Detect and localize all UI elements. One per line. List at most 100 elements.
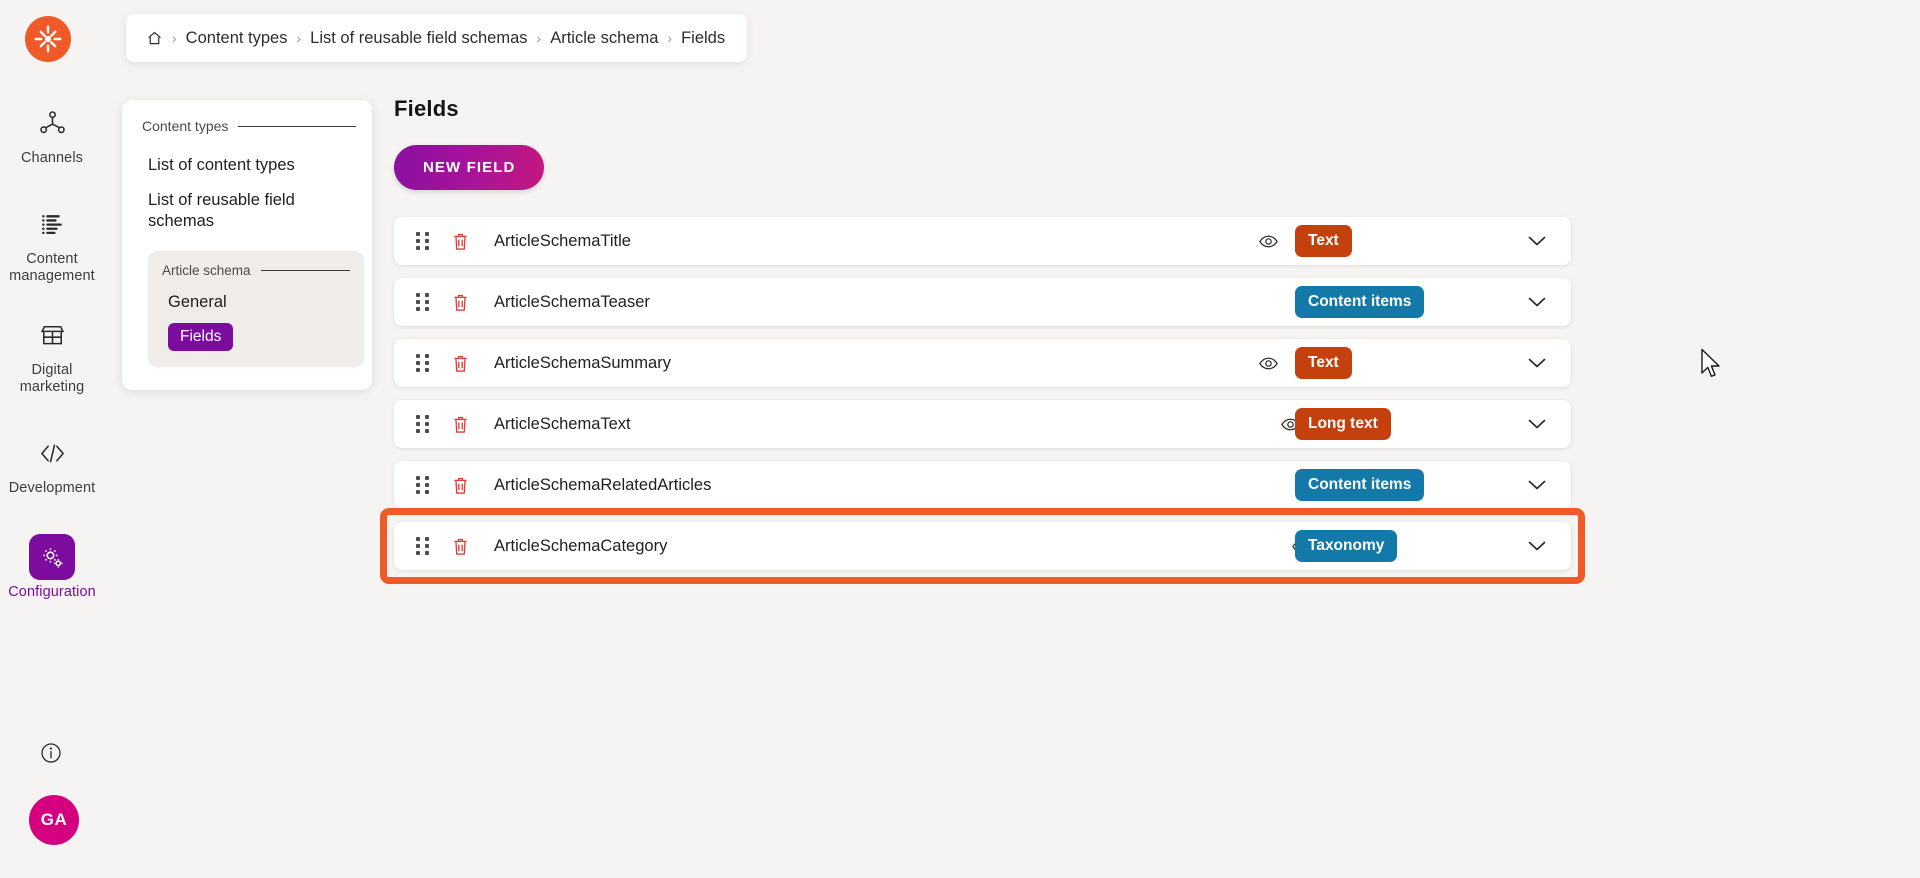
- subnav-panel: Content types List of content types List…: [122, 100, 372, 390]
- subnav-item-list-of-content-types[interactable]: List of content types: [122, 148, 372, 183]
- content-management-icon: [29, 201, 75, 247]
- label-line-2: marketing: [19, 379, 85, 395]
- field-type-slot: Text: [1295, 225, 1503, 257]
- sidebar-item-channels[interactable]: Channels: [0, 100, 104, 167]
- field-type-badge[interactable]: Taxonomy: [1295, 530, 1398, 562]
- eye-icon[interactable]: [1258, 234, 1278, 249]
- row-controls: Text: [1241, 347, 1571, 379]
- subnav-subsection-header: Article schema: [148, 263, 364, 278]
- field-type-slot: Long text: [1295, 408, 1503, 440]
- field-type-slot: Content items: [1295, 469, 1503, 501]
- development-icon: [29, 430, 75, 476]
- drag-handle-icon[interactable]: [416, 537, 430, 555]
- trash-icon[interactable]: [452, 354, 469, 373]
- field-name: ArticleSchemaRelatedArticles: [494, 475, 712, 494]
- row-controls: Long text: [1263, 408, 1571, 440]
- home-icon[interactable]: [146, 30, 163, 47]
- drag-handle-icon[interactable]: [416, 232, 430, 250]
- info-icon[interactable]: [40, 742, 62, 764]
- sidebar-item-development[interactable]: Development: [0, 430, 104, 497]
- table-row[interactable]: ArticleSchemaText Long text: [394, 400, 1571, 448]
- subnav-section-title: Content types: [142, 118, 229, 134]
- trash-icon[interactable]: [452, 415, 469, 434]
- subnav-section-header: Content types: [122, 118, 372, 134]
- field-name: ArticleSchemaText: [494, 414, 631, 433]
- breadcrumb: › Content types › List of reusable field…: [126, 14, 748, 62]
- trash-icon[interactable]: [452, 232, 469, 251]
- subnav-item-general[interactable]: General: [148, 288, 364, 317]
- subnav-subsection-divider: [260, 270, 350, 271]
- breadcrumb-item-article-schema[interactable]: Article schema: [550, 29, 658, 48]
- field-type-slot: Taxonomy: [1295, 530, 1503, 562]
- sidebar-item-content-management[interactable]: Content management: [0, 201, 104, 285]
- table-row[interactable]: ArticleSchemaTitle Text: [394, 217, 1571, 265]
- fields-list: ArticleSchemaTitle Text ArticleSchemaTease…: [394, 217, 1594, 570]
- table-row[interactable]: ArticleSchemaTeaser Content items: [394, 278, 1571, 326]
- label-line-2: management: [9, 268, 95, 284]
- digital-marketing-icon: [29, 312, 75, 358]
- avatar[interactable]: GA: [29, 795, 79, 845]
- chevron-down-icon[interactable]: [1503, 418, 1571, 430]
- breadcrumb-separator: ›: [172, 30, 177, 46]
- field-type-badge[interactable]: Content items: [1295, 286, 1425, 318]
- main-content: Fields NEW FIELD ArticleSchemaTitle Text A…: [394, 96, 1594, 583]
- row-controls: Content items: [1291, 469, 1571, 501]
- drag-handle-icon[interactable]: [416, 476, 430, 494]
- chevron-down-icon[interactable]: [1503, 235, 1571, 247]
- field-name: ArticleSchemaSummary: [494, 353, 671, 372]
- field-type-slot: Content items: [1295, 286, 1503, 318]
- breadcrumb-separator: ›: [296, 30, 302, 46]
- chevron-down-icon[interactable]: [1503, 296, 1571, 308]
- table-row[interactable]: ArticleSchemaSummary Text: [394, 339, 1571, 387]
- breadcrumb-separator: ›: [667, 30, 673, 46]
- sidebar-item-digital-marketing[interactable]: Digital marketing: [0, 312, 104, 396]
- app-root: › Content types › List of reusable field…: [0, 0, 1920, 878]
- drag-handle-icon[interactable]: [416, 293, 430, 311]
- visibility-toggle[interactable]: [1241, 356, 1295, 371]
- sidebar-label-channels: Channels: [20, 150, 84, 166]
- configuration-icon: [29, 534, 75, 580]
- field-type-slot: Text: [1295, 347, 1503, 379]
- new-field-button[interactable]: NEW FIELD: [394, 145, 545, 190]
- field-type-badge[interactable]: Content items: [1295, 469, 1425, 501]
- trash-icon[interactable]: [452, 537, 469, 556]
- drag-handle-icon[interactable]: [416, 415, 430, 433]
- trash-icon[interactable]: [452, 293, 469, 312]
- breadcrumb-separator: ›: [536, 30, 542, 46]
- subnav-subsection: Article schema General Fields: [148, 251, 364, 367]
- chevron-down-icon[interactable]: [1503, 479, 1571, 491]
- page-title: Fields: [394, 96, 459, 121]
- sidebar-item-configuration[interactable]: Configuration: [0, 534, 104, 601]
- breadcrumb-item-fields[interactable]: Fields: [681, 29, 725, 48]
- subnav-subsection-title: Article schema: [162, 263, 251, 278]
- breadcrumb-item-list-of-reusable-field-schemas[interactable]: List of reusable field schemas: [310, 29, 527, 48]
- channels-icon: [29, 100, 75, 146]
- sidebar-label-content-management: Content management: [9, 251, 95, 285]
- sidebar-label-configuration: Configuration: [8, 584, 96, 600]
- table-row[interactable]: ArticleSchemaRelatedArticles Content item…: [394, 461, 1571, 509]
- trash-icon[interactable]: [452, 476, 469, 495]
- subnav-item-list-of-reusable-field-schemas[interactable]: List of reusable field schemas: [122, 183, 372, 239]
- row-controls: Content items: [1291, 286, 1571, 318]
- table-row[interactable]: ArticleSchemaCategory Taxonomy: [394, 522, 1571, 570]
- field-name: ArticleSchemaTitle: [494, 231, 631, 250]
- kontent-logo[interactable]: [25, 16, 71, 62]
- breadcrumb-item-content-types[interactable]: Content types: [186, 29, 288, 48]
- field-name: ArticleSchemaTeaser: [494, 292, 650, 311]
- drag-handle-icon[interactable]: [416, 354, 430, 372]
- eye-icon[interactable]: [1258, 356, 1278, 371]
- field-type-badge[interactable]: Text: [1295, 347, 1352, 379]
- row-controls: Text: [1241, 225, 1571, 257]
- chevron-down-icon[interactable]: [1503, 540, 1571, 552]
- chevron-down-icon[interactable]: [1503, 357, 1571, 369]
- visibility-toggle[interactable]: [1241, 234, 1295, 249]
- field-name: ArticleSchemaCategory: [494, 536, 668, 555]
- subnav-divider: [238, 125, 356, 127]
- mouse-cursor: [1700, 348, 1722, 385]
- subnav-item-fields-active[interactable]: Fields: [168, 323, 234, 351]
- row-controls: Taxonomy: [1274, 530, 1571, 562]
- field-type-badge[interactable]: Long text: [1295, 408, 1391, 440]
- field-type-badge[interactable]: Text: [1295, 225, 1352, 257]
- sidebar-label-digital-marketing: Digital marketing: [20, 362, 85, 396]
- label-line-1: Content: [26, 251, 78, 267]
